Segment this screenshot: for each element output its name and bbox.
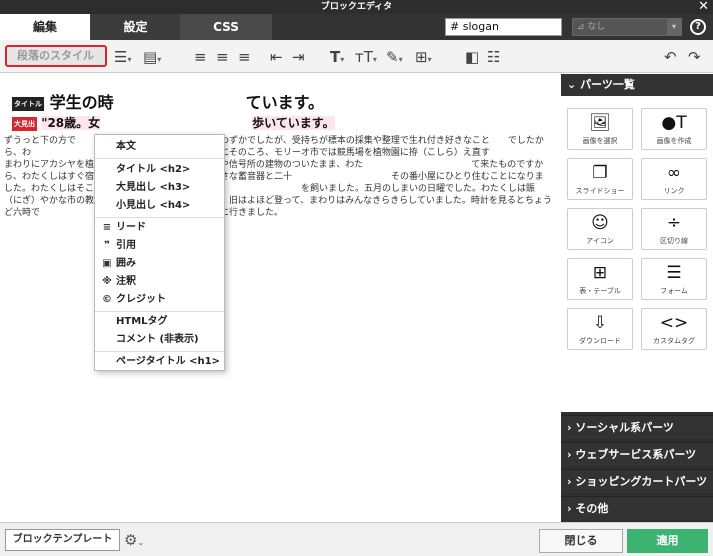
part-table[interactable]: ⊞ 表・テーブル <box>567 258 633 300</box>
h3-tag: 大見出 <box>12 116 37 131</box>
image-create-icon: ●T <box>661 113 687 133</box>
menu-item-body[interactable]: 本文 <box>95 138 224 155</box>
download-icon: ⇩ <box>592 313 608 333</box>
h3-text-b: 歩いています。 <box>252 116 335 130</box>
quote-icon: ❞ <box>104 240 110 251</box>
link-icon: ∞ <box>666 163 682 183</box>
menu-item-title-h2[interactable]: タイトル <h2> <box>95 161 224 178</box>
chevron-down-icon: ⌄ <box>567 78 577 91</box>
align-center-icon[interactable]: ≡ <box>216 47 229 67</box>
section-social-parts[interactable]: › ソーシャル系パーツ <box>561 415 713 439</box>
apply-button[interactable]: 適用 <box>627 529 708 553</box>
menu-item-quote[interactable]: ❞ 引用 <box>95 237 224 254</box>
parts-grid: 🖼 画像を選択 ●T 画像を作成 ❐ スライドショー ∞ リンク ☺ アイコン ÷ 区切り線… <box>561 96 713 412</box>
tag-icon: ⊿ <box>577 22 585 32</box>
indent-icon[interactable]: ⇥ <box>292 47 305 67</box>
h2-text-tail: ています。 <box>245 93 324 112</box>
part-form[interactable]: ☰ フォーム <box>641 258 707 300</box>
divider-icon: ÷ <box>666 213 682 233</box>
part-custom-tag[interactable]: <> カスタムタグ <box>641 308 707 350</box>
tab-edit[interactable]: 編集 <box>0 14 90 40</box>
menu-item-page-title-h1[interactable]: ページタイトル <h1> <box>95 353 224 370</box>
close-button[interactable]: 閉じる <box>539 529 623 553</box>
align-right-icon[interactable]: ≡ <box>238 47 251 67</box>
menu-divider <box>95 311 224 312</box>
table-insert-icon[interactable]: ⊞▾ <box>415 47 432 67</box>
tab-settings[interactable]: 設定 <box>90 14 180 40</box>
heading-h2[interactable]: タイトル 学生の時 ています。 <box>12 89 324 113</box>
table-icon: ⊞ <box>592 263 608 283</box>
lead-icon: ≡ <box>102 222 112 233</box>
smiley-icon: ☺ <box>591 213 609 233</box>
editor-canvas[interactable]: タイトル 学生の時 ています。 大見出 "28歳。女 歩いています。 ずうっと下の方… <box>0 74 607 522</box>
close-icon[interactable]: ✕ <box>698 0 709 13</box>
menu-divider <box>95 351 224 352</box>
tab-strip: 編集 設定 CSS # slogan ⊿ なし ▾ ? <box>0 14 713 40</box>
section-webservice-parts[interactable]: › ウェブサービス系パーツ <box>561 442 713 466</box>
undo-icon[interactable]: ↶ <box>664 47 677 67</box>
class-select-value: なし <box>587 22 606 32</box>
part-download[interactable]: ⇩ ダウンロード <box>567 308 633 350</box>
tab-css[interactable]: CSS <box>180 14 272 40</box>
parts-panel-header[interactable]: ⌄ パーツ一覧 <box>561 74 713 96</box>
footer-bar: ブロックテンプレート ⚙⌄ 閉じる 適用 <box>0 522 713 556</box>
menu-item-box[interactable]: ▣ 囲み <box>95 255 224 272</box>
menu-item-comment[interactable]: コメント (非表示) <box>95 331 224 348</box>
font-size-icon[interactable]: ᴛT▾ <box>355 47 377 67</box>
chevron-down-icon: ▾ <box>667 19 681 35</box>
title-bar: ブロックエディタ ✕ <box>0 0 713 14</box>
paragraph-style-menu: 本文 タイトル <h2> 大見出し <h3> 小見出し <h4> ≡ リード ❞ 引… <box>94 134 225 371</box>
part-divider[interactable]: ÷ 区切り線 <box>641 208 707 250</box>
window-title: ブロックエディタ <box>320 2 393 12</box>
h2-tag: タイトル <box>12 96 44 111</box>
menu-item-lead[interactable]: ≡ リード <box>95 219 224 236</box>
menu-item-credit[interactable]: © クレジット <box>95 291 224 308</box>
paragraph-style-button[interactable]: 段落のスタイル <box>5 45 107 67</box>
class-select[interactable]: ⊿ なし ▾ <box>572 18 682 36</box>
h3-text-a: "28歳。女 <box>41 116 101 130</box>
text-style-icon[interactable]: T▾ <box>330 47 344 67</box>
gear-icon[interactable]: ⚙⌄ <box>124 531 144 549</box>
section-shopping-cart-parts[interactable]: › ショッピングカートパーツ <box>561 469 713 493</box>
menu-divider <box>95 158 224 159</box>
menu-item-note[interactable]: ※ 注釈 <box>95 273 224 290</box>
box-icon: ▣ <box>102 258 112 269</box>
part-image-select[interactable]: 🖼 画像を選択 <box>567 108 633 150</box>
parts-panel: ⌄ パーツ一覧 🖼 画像を選択 ●T 画像を作成 ❐ スライドショー ∞ リンク ☺ アイ… <box>561 74 713 522</box>
help-icon[interactable]: ? <box>690 19 706 35</box>
format-toolbar: 段落のスタイル ☰▾ ▤▾ ≡ ≡ ≡ ⇤ ⇥ T▾ ᴛT▾ ✎▾ ⊞▾ ◧ ☷… <box>0 40 713 73</box>
clear-format-icon[interactable]: ☷ <box>487 47 500 67</box>
h2-text: 学生の時 <box>49 93 114 112</box>
block-editor-window: ブロックエディタ ✕ 編集 設定 CSS # slogan ⊿ なし ▾ ? 段… <box>0 0 713 556</box>
copyright-icon: © <box>102 294 112 305</box>
part-link[interactable]: ∞ リンク <box>641 158 707 200</box>
block-template-button[interactable]: ブロックテンプレート <box>5 529 120 551</box>
menu-item-subheading-h4[interactable]: 小見出し <h4> <box>95 197 224 214</box>
part-slideshow[interactable]: ❐ スライドショー <box>567 158 633 200</box>
list-icon[interactable]: ☰▾ <box>114 47 131 67</box>
redo-icon[interactable]: ↷ <box>688 47 701 67</box>
menu-item-html-tag[interactable]: HTMLタグ <box>95 313 224 330</box>
body-paragraph[interactable]: ずうっと下の方で まんのわずかでしたが、受持ちが標本の採集や整理で生れ付き好きな… <box>4 135 607 219</box>
parts-panel-title: パーツ一覧 <box>580 78 635 91</box>
section-other[interactable]: › その他 <box>561 496 713 520</box>
block-format-icon[interactable]: ▤▾ <box>143 47 161 67</box>
note-icon: ※ <box>102 276 112 287</box>
align-left-icon[interactable]: ≡ <box>194 47 207 67</box>
heading-h3[interactable]: 大見出 "28歳。女 歩いています。 <box>12 114 335 131</box>
form-icon: ☰ <box>666 263 682 283</box>
outdent-icon[interactable]: ⇤ <box>270 47 283 67</box>
eyedropper-icon[interactable]: ✎▾ <box>386 47 403 67</box>
menu-item-heading-h3[interactable]: 大見出し <h3> <box>95 179 224 196</box>
slideshow-icon: ❐ <box>592 163 608 183</box>
block-id-input[interactable]: # slogan <box>445 18 562 36</box>
column-icon[interactable]: ◧ <box>465 47 479 67</box>
code-icon: <> <box>659 313 689 333</box>
part-image-create[interactable]: ●T 画像を作成 <box>641 108 707 150</box>
menu-divider <box>95 217 224 218</box>
image-icon: 🖼 <box>589 113 611 133</box>
part-icon[interactable]: ☺ アイコン <box>567 208 633 250</box>
